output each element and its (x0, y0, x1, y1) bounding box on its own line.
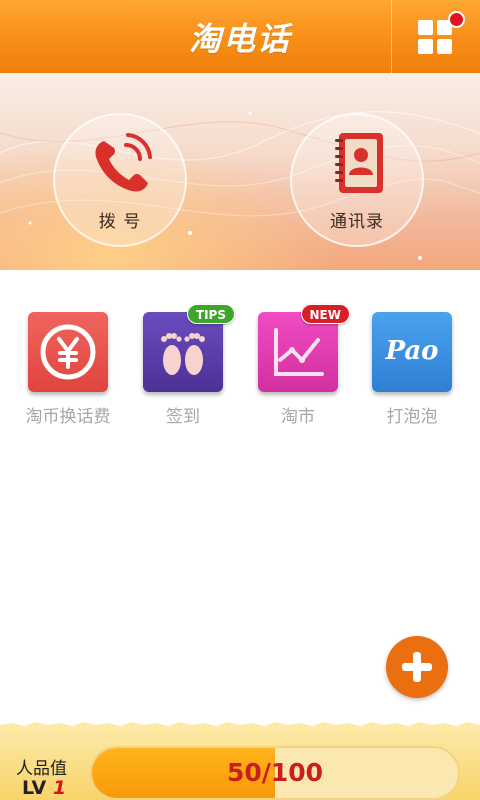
menu-button[interactable] (392, 0, 480, 73)
check-in-label: 签到 (166, 407, 200, 427)
contacts-label: 通讯录 (330, 212, 384, 232)
exchange-credit-label: 淘币换话费 (25, 407, 111, 427)
paper-edge (0, 722, 480, 728)
contact-book-icon (335, 133, 383, 193)
new-badge: NEW (300, 304, 350, 324)
bubble-game-label: 打泡泡 (386, 407, 438, 427)
app-screen: 淘电话 拨 号 通讯录 淘币换话费 TIPS 签到 NEW 淘市 Pao 打泡泡… (0, 0, 480, 800)
phone-icon (95, 133, 152, 192)
dial-label: 拨 号 (98, 212, 142, 232)
tips-badge: TIPS (186, 304, 235, 324)
check-in-tile[interactable]: TIPS (143, 304, 235, 392)
progress-text: 50/100 (226, 758, 324, 787)
contacts-button[interactable]: 通讯录 (290, 113, 424, 247)
notification-dot (448, 11, 465, 28)
level-prefix: LV (22, 777, 47, 799)
level-title: 人品值 (16, 759, 67, 779)
bubble-game-tile[interactable]: Pao (372, 312, 452, 392)
level-bar: 人品值 LV 1 50/100 (0, 722, 480, 800)
level-indicator: LV 1 (22, 777, 66, 799)
grid-icon (418, 20, 452, 54)
reputation-progress: 50/100 (90, 746, 460, 800)
level-number: 1 (52, 777, 67, 799)
market-tile[interactable]: NEW (258, 304, 350, 392)
exchange-credit-tile[interactable] (28, 312, 108, 392)
market-label: 淘市 (281, 407, 315, 427)
top-bar: 淘电话 (0, 0, 480, 73)
shortcut-grid: 淘币换话费 TIPS 签到 NEW 淘市 Pao 打泡泡 (0, 300, 480, 430)
yen-coin-icon (40, 324, 96, 380)
dial-button[interactable]: 拨 号 (53, 113, 187, 247)
add-button[interactable] (386, 636, 448, 698)
pao-icon: Pao (385, 336, 439, 366)
banner: 拨 号 通讯录 (0, 73, 480, 270)
